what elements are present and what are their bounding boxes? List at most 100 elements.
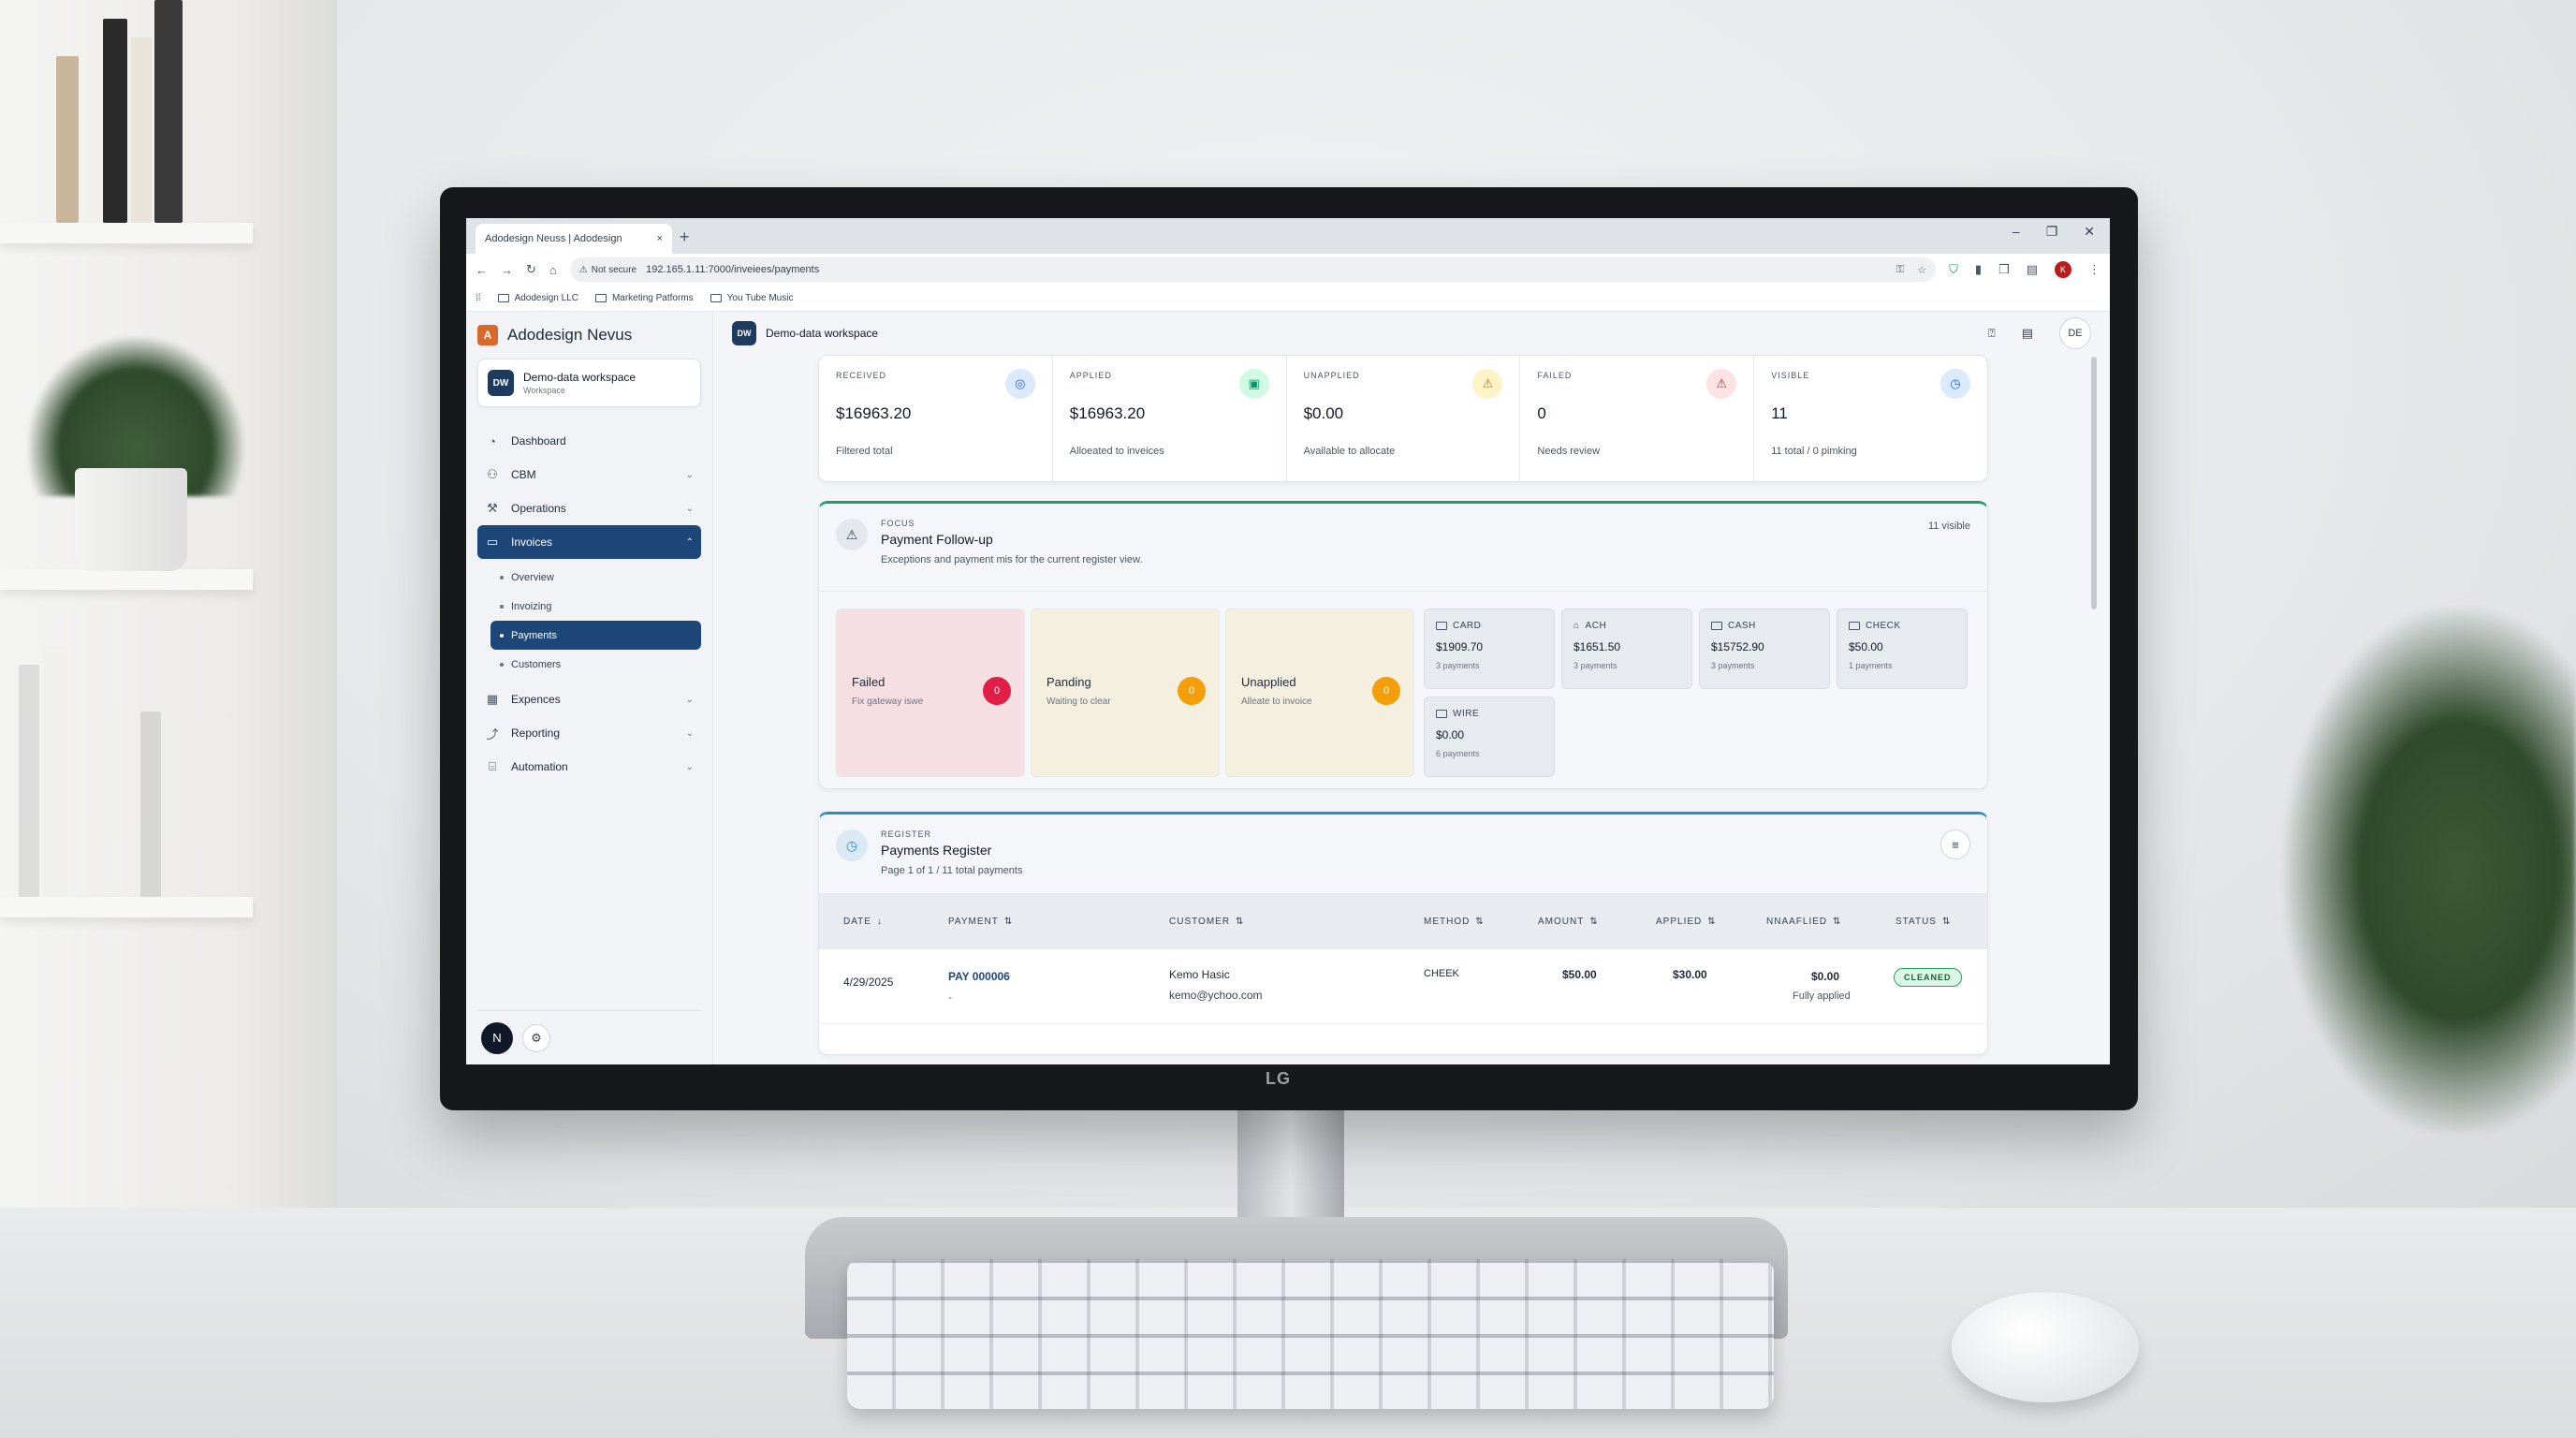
window-controls: – ❐ ✕ (2012, 224, 2095, 240)
shield-icon[interactable]: ⛉ (1949, 262, 1958, 277)
target-icon: ◎ (1004, 369, 1035, 399)
bookmark-item[interactable]: You Tube Music (710, 293, 794, 303)
profile-avatar[interactable]: K (2055, 261, 2071, 278)
workspace-switcher[interactable]: DW Demo-data workspace Workspace (477, 359, 701, 407)
close-window-icon[interactable]: ✕ (2084, 224, 2095, 240)
register-menu-button[interactable]: ≡ (1940, 829, 1970, 859)
cell-method: CHEEK (1424, 968, 1459, 979)
bookmark-label: Adodesign LLC (514, 293, 578, 303)
sidebar-item-label: Expences (511, 693, 561, 706)
sidebar-item-reporting[interactable]: ⤴ Reporting ⌄ (477, 716, 701, 750)
sidebar-item-cbm[interactable]: ⚇ CBM ⌄ (477, 458, 701, 492)
forward-icon[interactable]: → (501, 263, 513, 277)
inbox-icon[interactable]: ▤ (2022, 326, 2033, 341)
subnav-item-invoizing[interactable]: Invoizing (490, 592, 701, 621)
column-header-date[interactable]: DATE ↓ (843, 917, 883, 927)
sort-icon: ⇅ (1475, 916, 1485, 927)
column-header-amount[interactable]: AMOUNT ⇅ (1538, 917, 1599, 927)
sort-icon: ⇅ (1941, 916, 1952, 927)
count-badge: 0 (983, 677, 1011, 705)
sidebar-item-invoices[interactable]: ▭ Invoices ⌃ (477, 525, 701, 559)
shelf-board (0, 569, 253, 590)
bookmark-item[interactable]: Marketing Patforms (594, 293, 694, 303)
users-icon: ⚇ (487, 467, 498, 481)
column-header-method[interactable]: METHOD ⇅ (1424, 917, 1485, 927)
column-header-customer[interactable]: CUSTOMER ⇅ (1169, 917, 1244, 927)
workspace-title: Demo-data workspace (766, 327, 879, 340)
plant-leaves (2284, 609, 2576, 1133)
chevron-down-icon: ⌄ (685, 761, 694, 772)
url-text[interactable]: 192.165.1.11:7000/inveiees/payments (646, 264, 819, 275)
sort-icon: ⇅ (1707, 916, 1717, 927)
payment-link[interactable]: PAY 000006 (948, 970, 1010, 983)
omnibox[interactable]: ⚠ Not secure 192.165.1.11:7000/inveiees/… (569, 257, 1937, 282)
back-icon[interactable]: ← (476, 263, 488, 277)
bookmark-label: You Tube Music (726, 293, 794, 303)
column-header-unapplied[interactable]: NNAAFLIED ⇅ (1766, 917, 1842, 927)
apps-icon[interactable]: ⁞⁞ (476, 293, 481, 303)
method-tile-wire[interactable]: WIRE $0.00 6 payments (1424, 697, 1555, 777)
user-avatar[interactable]: N (481, 1021, 513, 1054)
method-tile-ach[interactable]: ⌂ ACH $1651.50 3 payments (1561, 609, 1692, 689)
method-label: CHECK (1849, 621, 1955, 631)
method-tile-cash[interactable]: CASH $15752.90 3 payments (1699, 609, 1830, 689)
brand[interactable]: A Adodesign Nevus (477, 323, 701, 347)
bookmark-item[interactable]: Adodesign LLC (497, 293, 578, 303)
sidebar-item-expences[interactable]: ▦ Expences ⌄ (477, 682, 701, 716)
cell-customer: Kemo Hasic (1169, 968, 1230, 981)
sidepanel-icon[interactable]: ▤ (2027, 262, 2038, 277)
new-tab-button[interactable]: + (680, 227, 690, 247)
key-icon[interactable]: ⚿ (1896, 264, 1904, 276)
user-menu[interactable]: DE (2059, 317, 2091, 349)
close-tab-icon[interactable]: × (657, 233, 663, 244)
not-secure-indicator[interactable]: ⚠ Not secure (579, 265, 637, 275)
kebab-menu-icon[interactable]: ⋮ (2088, 262, 2100, 277)
table-row[interactable]: 4/29/2025 PAY 000006 - Kemo Hasic kemo@y… (819, 949, 1987, 1024)
status-tile-pending[interactable]: Panding Waiting to clear 0 (1031, 609, 1220, 777)
card-eyebrow: REGISTER (881, 829, 932, 839)
method-name: WIRE (1453, 709, 1480, 719)
sidebar-item-operations[interactable]: ⚒ Operations ⌄ (477, 492, 701, 525)
book (43, 646, 67, 897)
tab-strip: Adodesign Neuss | Adodesign × + – ❐ ✕ (466, 218, 2110, 254)
column-header-payment[interactable]: PAYMENT ⇅ (948, 917, 1013, 927)
column-header-applied[interactable]: APPLIED ⇅ (1656, 917, 1717, 927)
plant-pot (75, 468, 187, 571)
status-tile-unapplied[interactable]: Unapplied Alleate to invoice 0 (1225, 609, 1414, 777)
scrollbar[interactable] (2091, 357, 2097, 609)
gear-icon: ⚙ (531, 1030, 542, 1045)
subnav-item-payments[interactable]: Payments (490, 621, 701, 650)
method-count: 3 payments (1436, 661, 1480, 670)
status-tile-failed[interactable]: Failed Fix gateway iswe 0 (836, 609, 1025, 777)
method-tile-card[interactable]: CARD $1909.70 3 payments (1424, 609, 1555, 689)
subnav-label: Payments (511, 629, 557, 641)
extension-icon[interactable]: ▮ (1975, 262, 1982, 277)
cell-email: kemo@ychoo.com (1169, 989, 1263, 1002)
method-name: CASH (1728, 621, 1756, 631)
cell-applied: $30.00 (1673, 968, 1707, 981)
settings-button[interactable]: ⚙ (522, 1023, 550, 1052)
warning-icon: ⚠ (1472, 369, 1503, 399)
bullet-icon (500, 575, 504, 580)
sidebar-item-automation[interactable]: ⌸ Automation ⌄ (477, 750, 701, 784)
folder-icon (710, 294, 722, 302)
subnav-item-customers[interactable]: Customers (490, 650, 701, 679)
reload-icon[interactable]: ↻ (526, 262, 536, 277)
bullet-icon (500, 604, 504, 609)
method-tile-check[interactable]: CHECK $50.00 1 payments (1837, 609, 1968, 689)
count-badge: 0 (1178, 677, 1206, 705)
method-count: 6 payments (1436, 749, 1480, 758)
home-icon[interactable]: ⌂ (549, 263, 557, 277)
subnav-item-overview[interactable]: Overview (490, 563, 701, 592)
sidebar-footer: N ⚙ (477, 1010, 701, 1064)
minimize-icon[interactable]: – (2012, 224, 2020, 240)
puzzle-icon[interactable]: ❒ (1998, 262, 2010, 277)
sidebar-item-dashboard[interactable]: ◔ Dashboard (477, 424, 701, 458)
chevron-down-icon: ⌄ (685, 694, 694, 705)
column-header-status[interactable]: STATUS ⇅ (1895, 917, 1951, 927)
restore-icon[interactable]: ❐ (2046, 224, 2058, 240)
star-icon[interactable]: ☆ (1917, 264, 1926, 276)
visible-count: 11 visible (1927, 521, 1970, 532)
browser-tab[interactable]: Adodesign Neuss | Adodesign × (476, 224, 672, 254)
help-icon[interactable]: ⍰ (1988, 326, 1996, 341)
